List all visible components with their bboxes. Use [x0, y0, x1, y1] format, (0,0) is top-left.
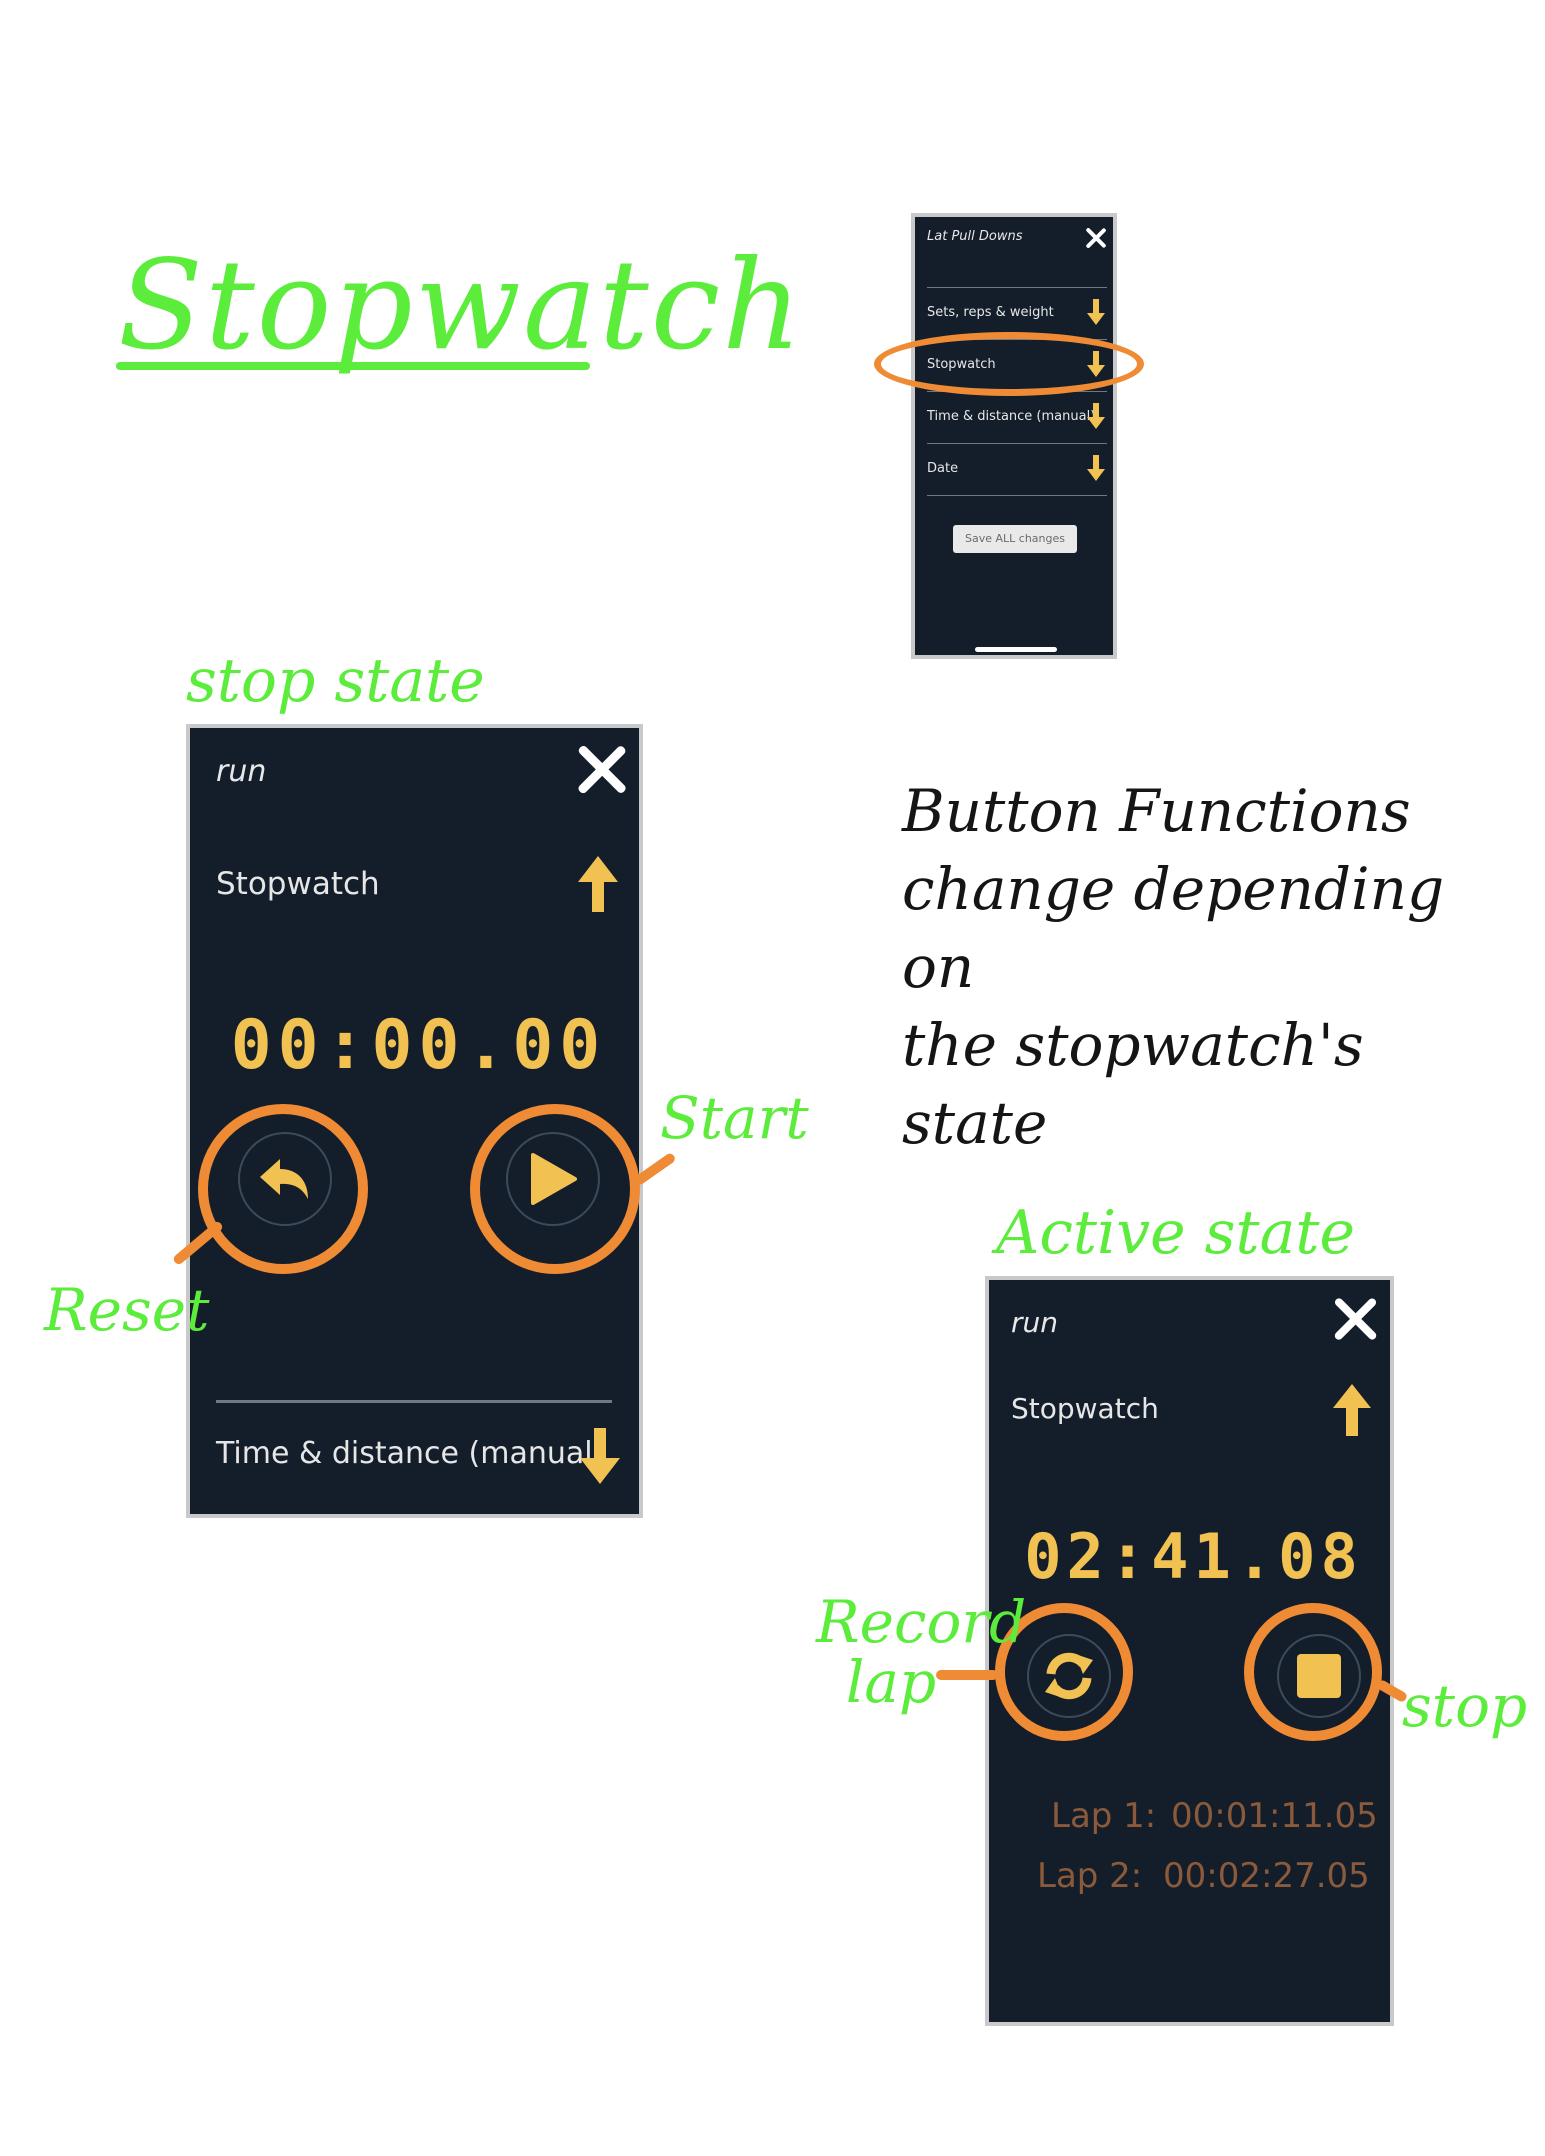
start-highlight-ring [470, 1104, 640, 1274]
note-line: change depending on [902, 855, 1445, 1001]
exercise-title: run [216, 754, 267, 789]
section-title: Stopwatch [1011, 1392, 1159, 1425]
start-label: Start [660, 1084, 809, 1152]
note-line: Button Functions [902, 777, 1411, 845]
reset-label: Reset [44, 1276, 210, 1344]
lap-time: 00:01:11.05 [1171, 1796, 1378, 1836]
arrow-down-icon [1087, 455, 1105, 481]
record-lap-label-line: Record [816, 1588, 1027, 1656]
section-title: Stopwatch [216, 866, 380, 902]
arrow-up-icon[interactable] [578, 856, 618, 912]
stopwatch-display: 02:41.08 [1024, 1520, 1363, 1593]
stop-state-label: stop state [186, 646, 485, 716]
menu-item-label: Time & distance (manual) [927, 409, 1096, 424]
exercise-title: run [1011, 1306, 1059, 1339]
active-state-label: Active state [996, 1198, 1356, 1268]
save-all-changes-button[interactable]: Save ALL changes [953, 525, 1077, 553]
record-lap-label: Record lap [816, 1588, 1027, 1716]
arrow-down-icon [1087, 403, 1105, 429]
lap-time: 00:02:27.05 [1163, 1856, 1370, 1896]
section-divider [216, 1400, 612, 1403]
button-functions-note: Button Functions change depending on the… [902, 772, 1502, 1162]
close-icon[interactable] [1085, 227, 1107, 249]
menu-phone-title: Lat Pull Downs [927, 229, 1023, 244]
home-indicator [975, 647, 1057, 652]
arrow-down-icon [1087, 299, 1105, 325]
highlight-ellipse [874, 332, 1144, 396]
arrow-up-icon[interactable] [1333, 1384, 1371, 1436]
menu-item-date[interactable]: Date [915, 443, 1113, 495]
arrow-down-icon[interactable] [580, 1428, 620, 1484]
reset-highlight-ring [198, 1104, 368, 1274]
close-icon[interactable] [576, 744, 628, 796]
stop-highlight-ring [1244, 1603, 1382, 1741]
title-underline [116, 362, 590, 370]
menu-item-label: Date [927, 461, 959, 476]
close-icon[interactable] [1333, 1296, 1379, 1342]
note-line: the stopwatch's state [902, 1011, 1364, 1157]
next-section-title: Time & distance (manual) [216, 1436, 605, 1471]
page-title: Stopwatch [118, 234, 805, 378]
menu-phone-screen: Lat Pull Downs Sets, reps & weight Stopw… [911, 213, 1117, 659]
lap-label: Lap 1: [1051, 1796, 1157, 1836]
menu-item-label: Sets, reps & weight [927, 305, 1054, 320]
stop-label: stop [1402, 1672, 1528, 1740]
stopwatch-display: 00:00.00 [230, 1006, 607, 1085]
menu-item-time-distance[interactable]: Time & distance (manual) [915, 391, 1113, 443]
lap-label: Lap 2: [1037, 1856, 1143, 1896]
menu-divider [927, 495, 1107, 496]
record-lap-label-line: lap [845, 1648, 937, 1716]
